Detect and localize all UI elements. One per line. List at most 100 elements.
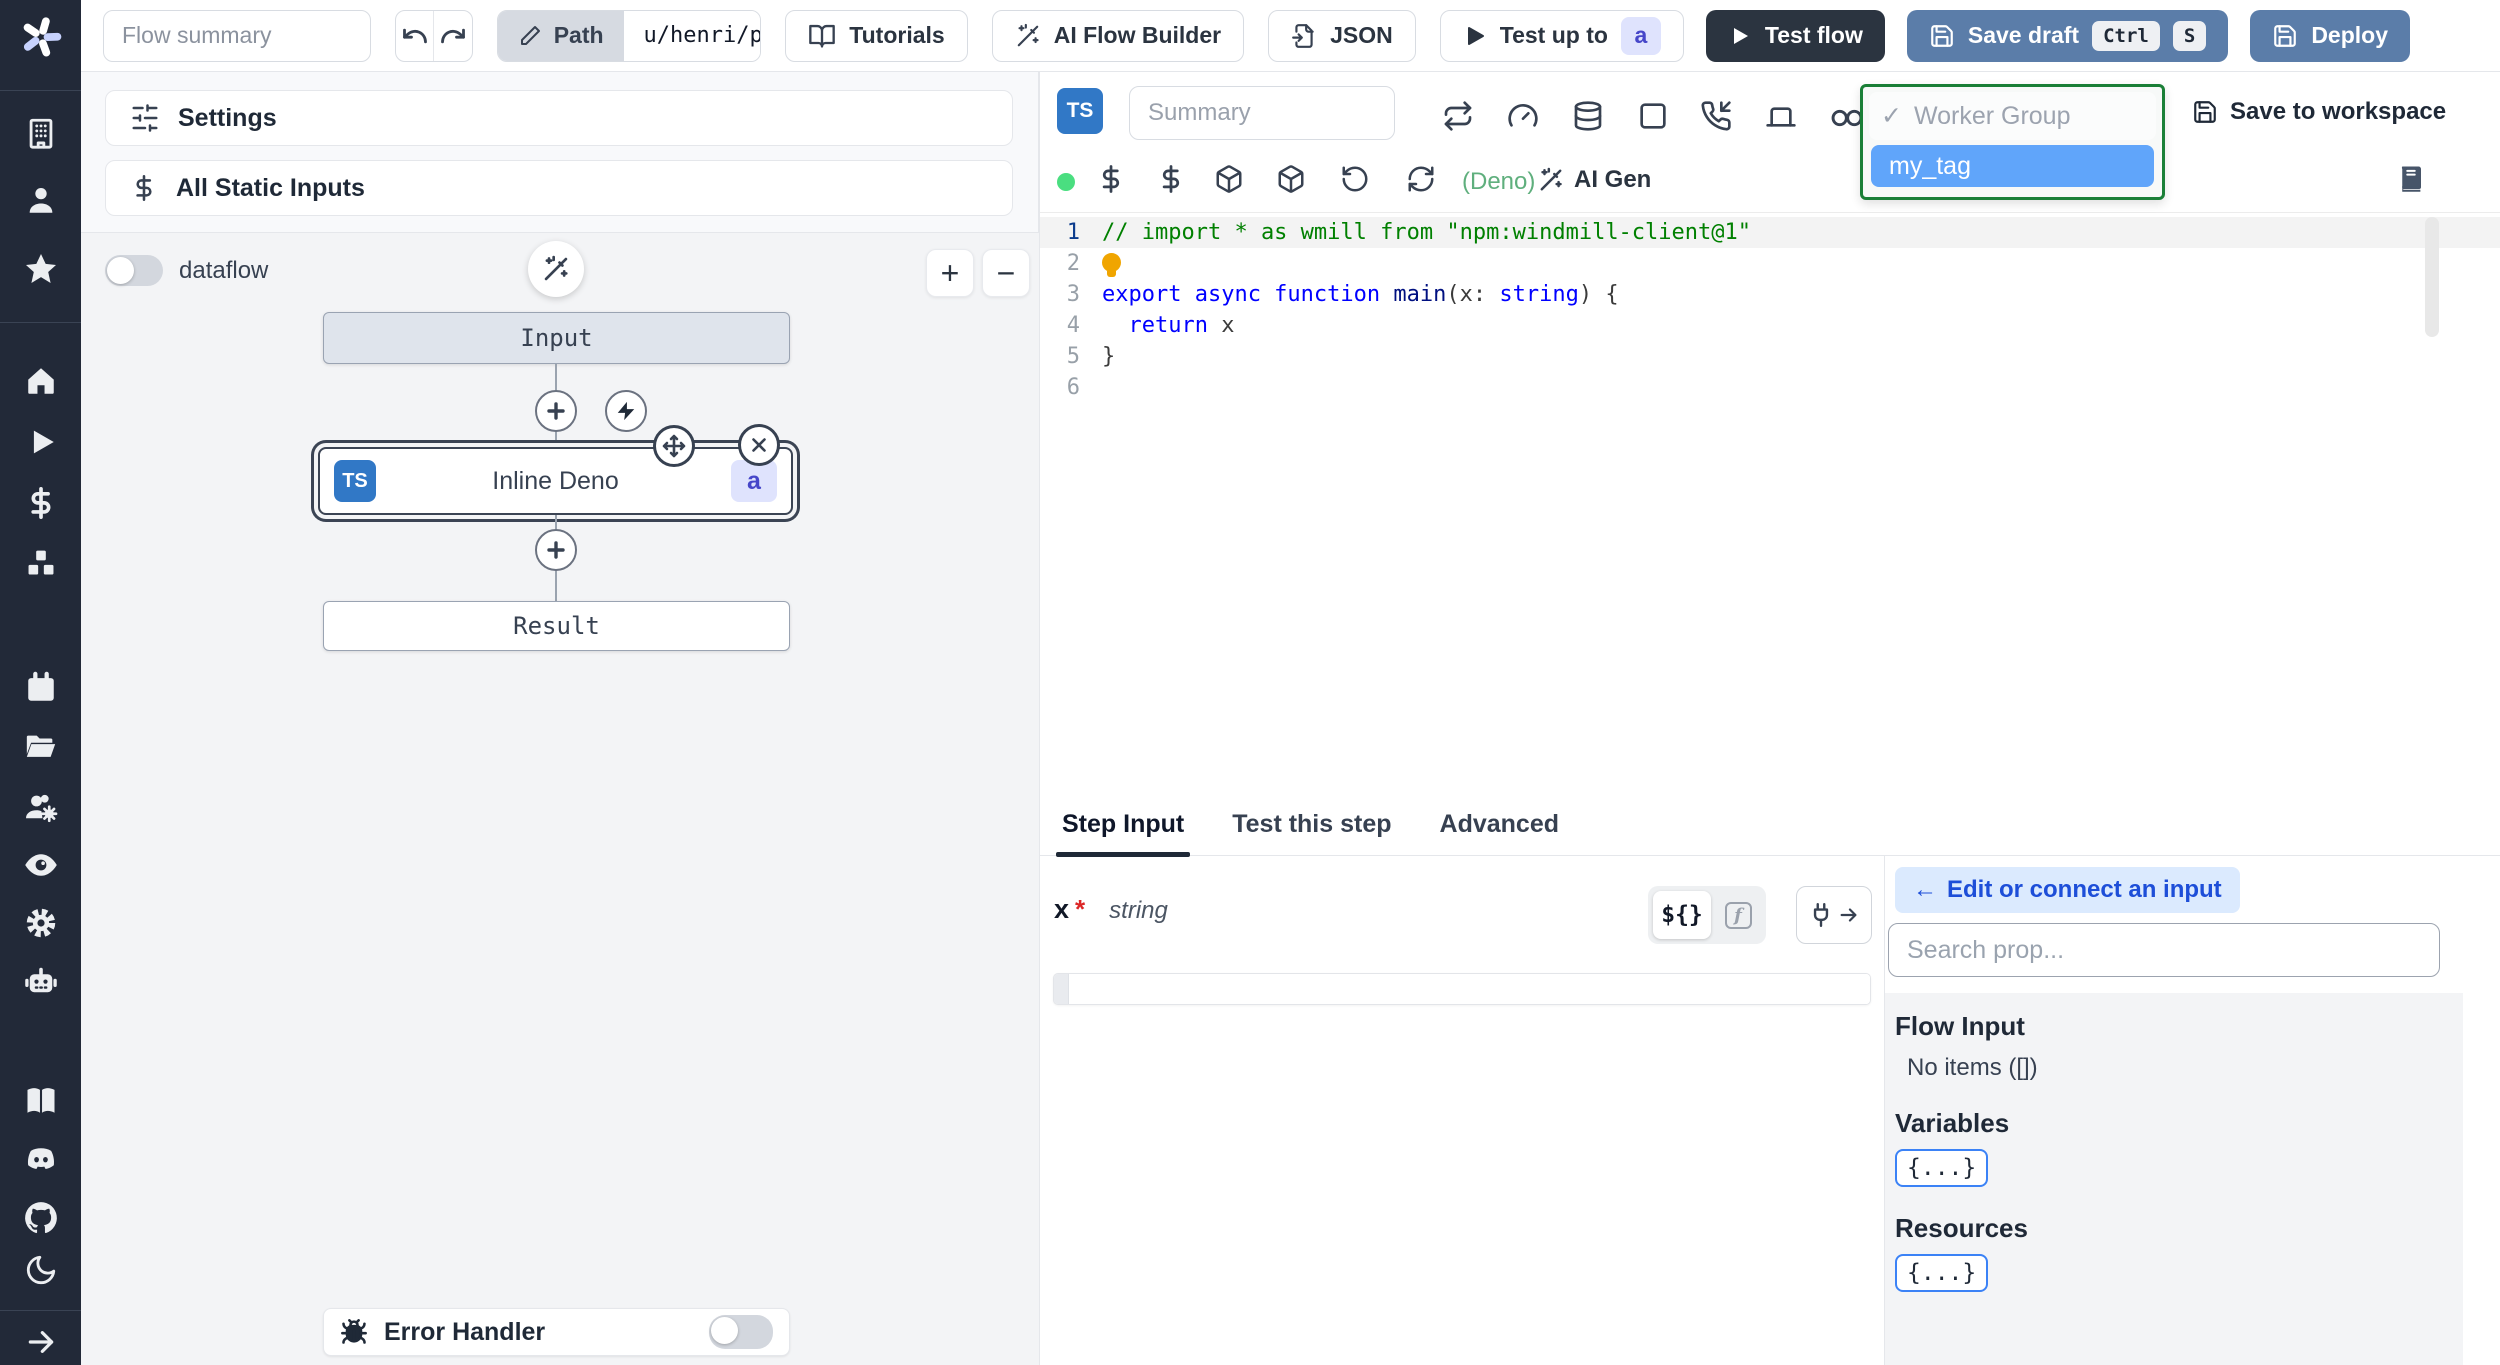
concurrency-icon[interactable] — [1830, 106, 1864, 130]
docs-book-icon[interactable] — [0, 1083, 81, 1119]
add-resource-dollar-icon[interactable] — [1156, 164, 1186, 194]
save-to-workspace-button[interactable]: Save to workspace — [2192, 98, 2446, 126]
schedules-calendar-icon[interactable] — [0, 671, 81, 705]
variables-dollar-icon[interactable] — [0, 486, 81, 520]
zoom-out-button[interactable]: − — [982, 249, 1030, 297]
cache-database-icon[interactable] — [1572, 100, 1604, 132]
resources-object-chip[interactable]: {...} — [1895, 1254, 1989, 1292]
test-up-to-label: Test up to — [1499, 22, 1608, 48]
tab-advanced[interactable]: Advanced — [1440, 810, 1559, 855]
flow-graph-canvas[interactable]: dataflow + − Input TS Inline Deno a Resu… — [81, 232, 1039, 1365]
plug-icon — [1813, 902, 1829, 928]
deploy-button[interactable]: Deploy — [2250, 9, 2410, 62]
retries-repeat-icon[interactable] — [1442, 100, 1474, 132]
code-line[interactable]: 4 return x — [1040, 310, 2500, 341]
delete-step-button[interactable] — [738, 424, 780, 466]
package-icon[interactable] — [1214, 164, 1244, 194]
dataflow-toggle[interactable] — [105, 255, 163, 286]
settings-gear-icon[interactable] — [0, 905, 81, 941]
editor-scrollbar[interactable] — [2425, 217, 2439, 337]
code-line[interactable]: 6 — [1040, 372, 2500, 403]
insert-step-plus-button[interactable] — [535, 390, 577, 432]
variables-object-chip[interactable]: {...} — [1895, 1149, 1989, 1187]
worker-group-option-my-tag[interactable]: my_tag — [1871, 145, 2154, 187]
zoom-in-button[interactable]: + — [926, 249, 974, 297]
suspend-phone-incoming-icon[interactable] — [1700, 100, 1732, 132]
path-field[interactable]: Path u/henri/prolific_flow — [496, 9, 762, 62]
redo-button[interactable] — [434, 11, 472, 61]
move-step-button[interactable] — [653, 425, 695, 467]
package-icon[interactable] — [1276, 164, 1306, 194]
required-marker: * — [1075, 894, 1086, 924]
add-variable-dollar-icon[interactable] — [1096, 164, 1126, 194]
undo-button[interactable] — [396, 10, 435, 61]
home-icon[interactable] — [0, 364, 81, 398]
discord-icon[interactable] — [0, 1141, 81, 1179]
mock-square-icon[interactable] — [1637, 100, 1669, 132]
save-icon — [1931, 24, 1953, 47]
resources-boxes-icon[interactable] — [0, 547, 81, 581]
insert-step-plus-button[interactable] — [535, 529, 577, 571]
tutorials-button[interactable]: Tutorials — [785, 9, 968, 62]
trigger-bolt-button[interactable] — [605, 390, 647, 432]
field-value-input[interactable] — [1069, 974, 1870, 1004]
tab-test-this-step[interactable]: Test this step — [1232, 810, 1391, 855]
groups-users-gear-icon[interactable] — [0, 789, 81, 825]
windmill-logo[interactable] — [0, 14, 81, 60]
line-number: 3 — [1066, 282, 1080, 307]
error-handler-row[interactable]: Error Handler — [323, 1308, 790, 1356]
refresh-icon[interactable] — [1406, 164, 1436, 194]
code-line[interactable]: 1// import * as wmill from "npm:windmill… — [1040, 217, 2500, 248]
arrow-left-icon: ← — [1913, 876, 1937, 903]
flow-node-input[interactable]: Input — [323, 312, 790, 364]
edit-or-connect-button[interactable]: ← Edit or connect an input — [1895, 867, 2240, 913]
ai-robot-icon[interactable] — [0, 963, 81, 999]
github-icon[interactable] — [0, 1199, 81, 1237]
audit-eye-icon[interactable] — [0, 847, 81, 883]
lightbulb-icon[interactable] — [1102, 253, 1121, 277]
dark-mode-moon-icon[interactable] — [0, 1253, 81, 1287]
test-flow-button[interactable]: Test flow — [1705, 9, 1885, 62]
sleep-dock-icon[interactable] — [1765, 100, 1797, 132]
runs-play-icon[interactable] — [0, 425, 81, 459]
template-mode-button[interactable]: ${} — [1653, 891, 1711, 939]
code-line[interactable]: 5} — [1040, 341, 2500, 372]
code-line[interactable]: 3 export async function main(x: string) { — [1040, 279, 2500, 310]
library-book-icon[interactable] — [2396, 164, 2426, 194]
function-mode-button[interactable]: f — [1715, 891, 1761, 939]
all-static-inputs-row[interactable]: All Static Inputs — [105, 160, 1013, 216]
error-handler-toggle[interactable] — [709, 1315, 773, 1349]
gauge-icon[interactable] — [1507, 100, 1539, 132]
ai-assist-wand-button[interactable] — [528, 241, 584, 297]
wand-sparkles-icon — [1017, 23, 1039, 46]
rail-divider — [0, 322, 81, 323]
worker-group-select[interactable]: ✓ Worker Group — [1869, 92, 2156, 140]
worker-group-dropdown[interactable]: ✓ Worker Group my_tag — [1860, 84, 2165, 200]
ai-flow-builder-button[interactable]: AI Flow Builder — [991, 9, 1245, 62]
step-summary-input[interactable] — [1129, 86, 1395, 140]
user-icon[interactable] — [0, 183, 81, 217]
tab-step-input[interactable]: Step Input — [1055, 810, 1191, 857]
save-draft-button[interactable]: Save draft Ctrl S — [1906, 9, 2229, 62]
sliders-icon — [132, 104, 158, 132]
favorites-star-icon[interactable] — [0, 251, 81, 287]
reset-rotate-ccw-icon[interactable] — [1340, 164, 1370, 194]
flow-summary-input[interactable] — [103, 9, 371, 62]
expand-rail-arrow-icon[interactable] — [0, 1326, 81, 1358]
connect-input-plug-button[interactable] — [1796, 886, 1872, 944]
input-grip[interactable] — [1054, 974, 1069, 1004]
test-flow-label: Test flow — [1764, 22, 1863, 48]
code-editor[interactable]: 1// import * as wmill from "npm:windmill… — [1040, 212, 2500, 790]
ai-gen-button[interactable]: AI Gen — [1538, 166, 1651, 194]
search-prop-input[interactable] — [1888, 923, 2440, 977]
folders-icon[interactable] — [0, 730, 81, 764]
path-value[interactable]: u/henri/prolific_flow — [623, 10, 761, 61]
code-line[interactable]: 2 — [1040, 248, 2500, 279]
flow-settings-row[interactable]: Settings — [105, 90, 1013, 146]
flow-node-result[interactable]: Result — [323, 601, 790, 651]
flow-node-inline-deno[interactable]: TS Inline Deno a — [318, 447, 793, 515]
test-up-to-button[interactable]: Test up to a — [1439, 9, 1684, 62]
prop-picker: Flow Input No items ([]) Variables {...}… — [1885, 993, 2463, 1365]
workspace-icon[interactable] — [0, 116, 81, 150]
json-button[interactable]: JSON — [1268, 9, 1416, 62]
